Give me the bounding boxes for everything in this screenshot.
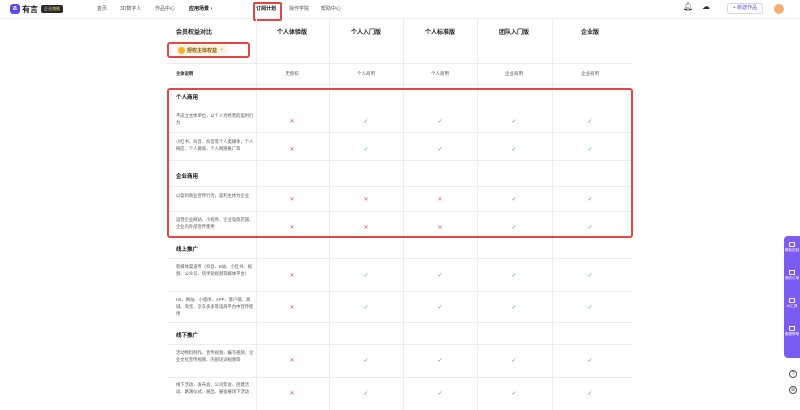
subject-value-4: 企业商用 [581, 71, 599, 76]
cross-icon: ✕ [289, 197, 295, 203]
brand-name: 有言 [22, 4, 38, 14]
check-icon: ✓ [363, 273, 369, 279]
nav-home[interactable]: 首页 [97, 5, 107, 12]
check-icon: ✓ [587, 119, 593, 125]
row-divider [167, 344, 632, 345]
check-icon: ✓ [587, 358, 593, 364]
check-icon: ✓ [511, 358, 517, 364]
check-icon: ✓ [511, 225, 517, 231]
check-icon: ✓ [511, 273, 517, 279]
check-icon: ✓ [437, 273, 443, 279]
check-icon: ✓ [363, 119, 369, 125]
row-label: 新媒体渠道传（抖音、B站、小红书、视频、公众号、快手短视频等媒体平台） [176, 264, 252, 276]
template-icon [789, 242, 795, 247]
check-icon: ✓ [363, 305, 369, 311]
row-label: 线下活动、发布会、公司年会、团建活动、路演仪式、展出、展会展场下活动 [176, 382, 250, 394]
check-icon: ✓ [437, 305, 443, 311]
cloud-icon[interactable]: ☁︎ [702, 2, 710, 11]
feedback-icon[interactable]: ⊕ [789, 386, 797, 394]
brand-badge: 企业旗舰 [41, 5, 63, 13]
cross-icon: ✕ [289, 391, 295, 397]
check-icon: ✓ [587, 305, 593, 311]
subject-value-2: 个人商用 [431, 71, 449, 76]
check-icon: ✓ [511, 119, 517, 125]
check-icon: ✓ [437, 358, 443, 364]
row-divider [167, 258, 632, 259]
cross-icon: ✕ [289, 225, 295, 231]
section-title-offline: 线下推广 [176, 333, 199, 339]
float-item-label: AI工具 [786, 304, 798, 308]
cross-icon: ✕ [437, 225, 443, 231]
plan-header-1: 个人入门版 [350, 30, 381, 36]
headset-icon [789, 326, 795, 331]
orders-icon [789, 270, 795, 275]
check-icon: ✓ [587, 273, 593, 279]
nav-academy[interactable]: 操作学院 [289, 5, 309, 12]
subscription-highlight [253, 2, 282, 21]
check-icon: ✓ [437, 119, 443, 125]
check-icon: ✓ [437, 391, 443, 397]
row-label: H5、网站、小程序、APP、客户端、商城、淘宝、京东多多等电商平台中宣传使用 [176, 297, 254, 316]
check-icon: ✓ [511, 197, 517, 203]
cross-icon: ✕ [289, 147, 295, 153]
row-divider [167, 291, 632, 292]
nav-help[interactable]: 帮助中心 [321, 5, 341, 12]
row-divider [167, 84, 632, 85]
float-item-label: 模板定制 [784, 248, 800, 252]
cross-icon: ✕ [363, 197, 369, 203]
row-divider [167, 63, 632, 64]
row-divider [167, 322, 632, 323]
floating-toolbar: 模板定制 我的订单 AI工具 客服帮助 [784, 236, 800, 358]
nav-scenarios[interactable]: 应用场景 › [189, 5, 212, 12]
cross-icon: ✕ [289, 305, 295, 311]
ai-tools-icon [789, 298, 795, 303]
plan-header-0: 个人体验版 [276, 30, 307, 36]
cross-icon: ✕ [289, 273, 295, 279]
section-title-online: 线上推广 [176, 247, 199, 253]
avatar[interactable] [774, 4, 784, 14]
check-icon: ✓ [587, 225, 593, 231]
subject-value-1: 个人商用 [357, 71, 375, 76]
check-icon: ✓ [587, 147, 593, 153]
cross-icon: ✕ [363, 225, 369, 231]
subject-value-3: 企业商用 [505, 71, 523, 76]
nav-works-center[interactable]: 作品中心 [155, 5, 175, 12]
subject-row-label: 主体说明 [176, 71, 194, 76]
cross-icon: ✕ [289, 358, 295, 364]
logo-icon: a [10, 4, 20, 14]
float-item-orders[interactable]: 我的订单 [784, 270, 800, 280]
first-column-title: 会员权益对比 [176, 30, 213, 36]
float-item-support[interactable]: 客服帮助 [784, 326, 800, 336]
commercial-rights-highlight [167, 88, 633, 238]
plan-header-2: 个人标准版 [424, 30, 455, 36]
plan-header-3: 团队入门版 [498, 30, 529, 36]
check-icon: ✓ [511, 147, 517, 153]
row-label: 活动物料制作、宣传视频、编写视频、企业文化宣传视频、内部培训视频等 [176, 350, 254, 362]
cross-icon: ✕ [437, 197, 443, 203]
float-item-label: 我的订单 [784, 276, 800, 280]
float-item-template[interactable]: 模板定制 [784, 242, 800, 252]
check-icon: ✓ [363, 147, 369, 153]
brand-logo[interactable]: a 有言 企业旗舰 [10, 3, 63, 15]
check-icon: ✓ [511, 305, 517, 311]
plan-header-4: 企业版 [580, 30, 599, 36]
row-divider [167, 377, 632, 378]
check-icon: ✓ [363, 358, 369, 364]
bell-icon[interactable]: 🔔︎ [683, 2, 693, 11]
float-item-label: 客服帮助 [784, 332, 800, 336]
create-work-button[interactable]: + 新建作品 [727, 3, 763, 14]
top-navigation-bar: a 有言 企业旗舰 首页 3D数字人 作品中心 应用场景 › 订阅计划 操作学院… [0, 0, 800, 19]
check-icon: ✓ [587, 197, 593, 203]
nav-3d-avatar[interactable]: 3D数字人 [120, 5, 141, 12]
float-item-ai-tools[interactable]: AI工具 [784, 298, 800, 308]
vip-tag-highlight [167, 42, 250, 58]
check-icon: ✓ [511, 391, 517, 397]
check-icon: ✓ [437, 147, 443, 153]
cross-icon: ✕ [289, 119, 295, 125]
subject-value-0: 无授权 [285, 71, 299, 76]
help-icon[interactable]: ? [789, 370, 797, 378]
check-icon: ✓ [363, 391, 369, 397]
check-icon: ✓ [587, 391, 593, 397]
